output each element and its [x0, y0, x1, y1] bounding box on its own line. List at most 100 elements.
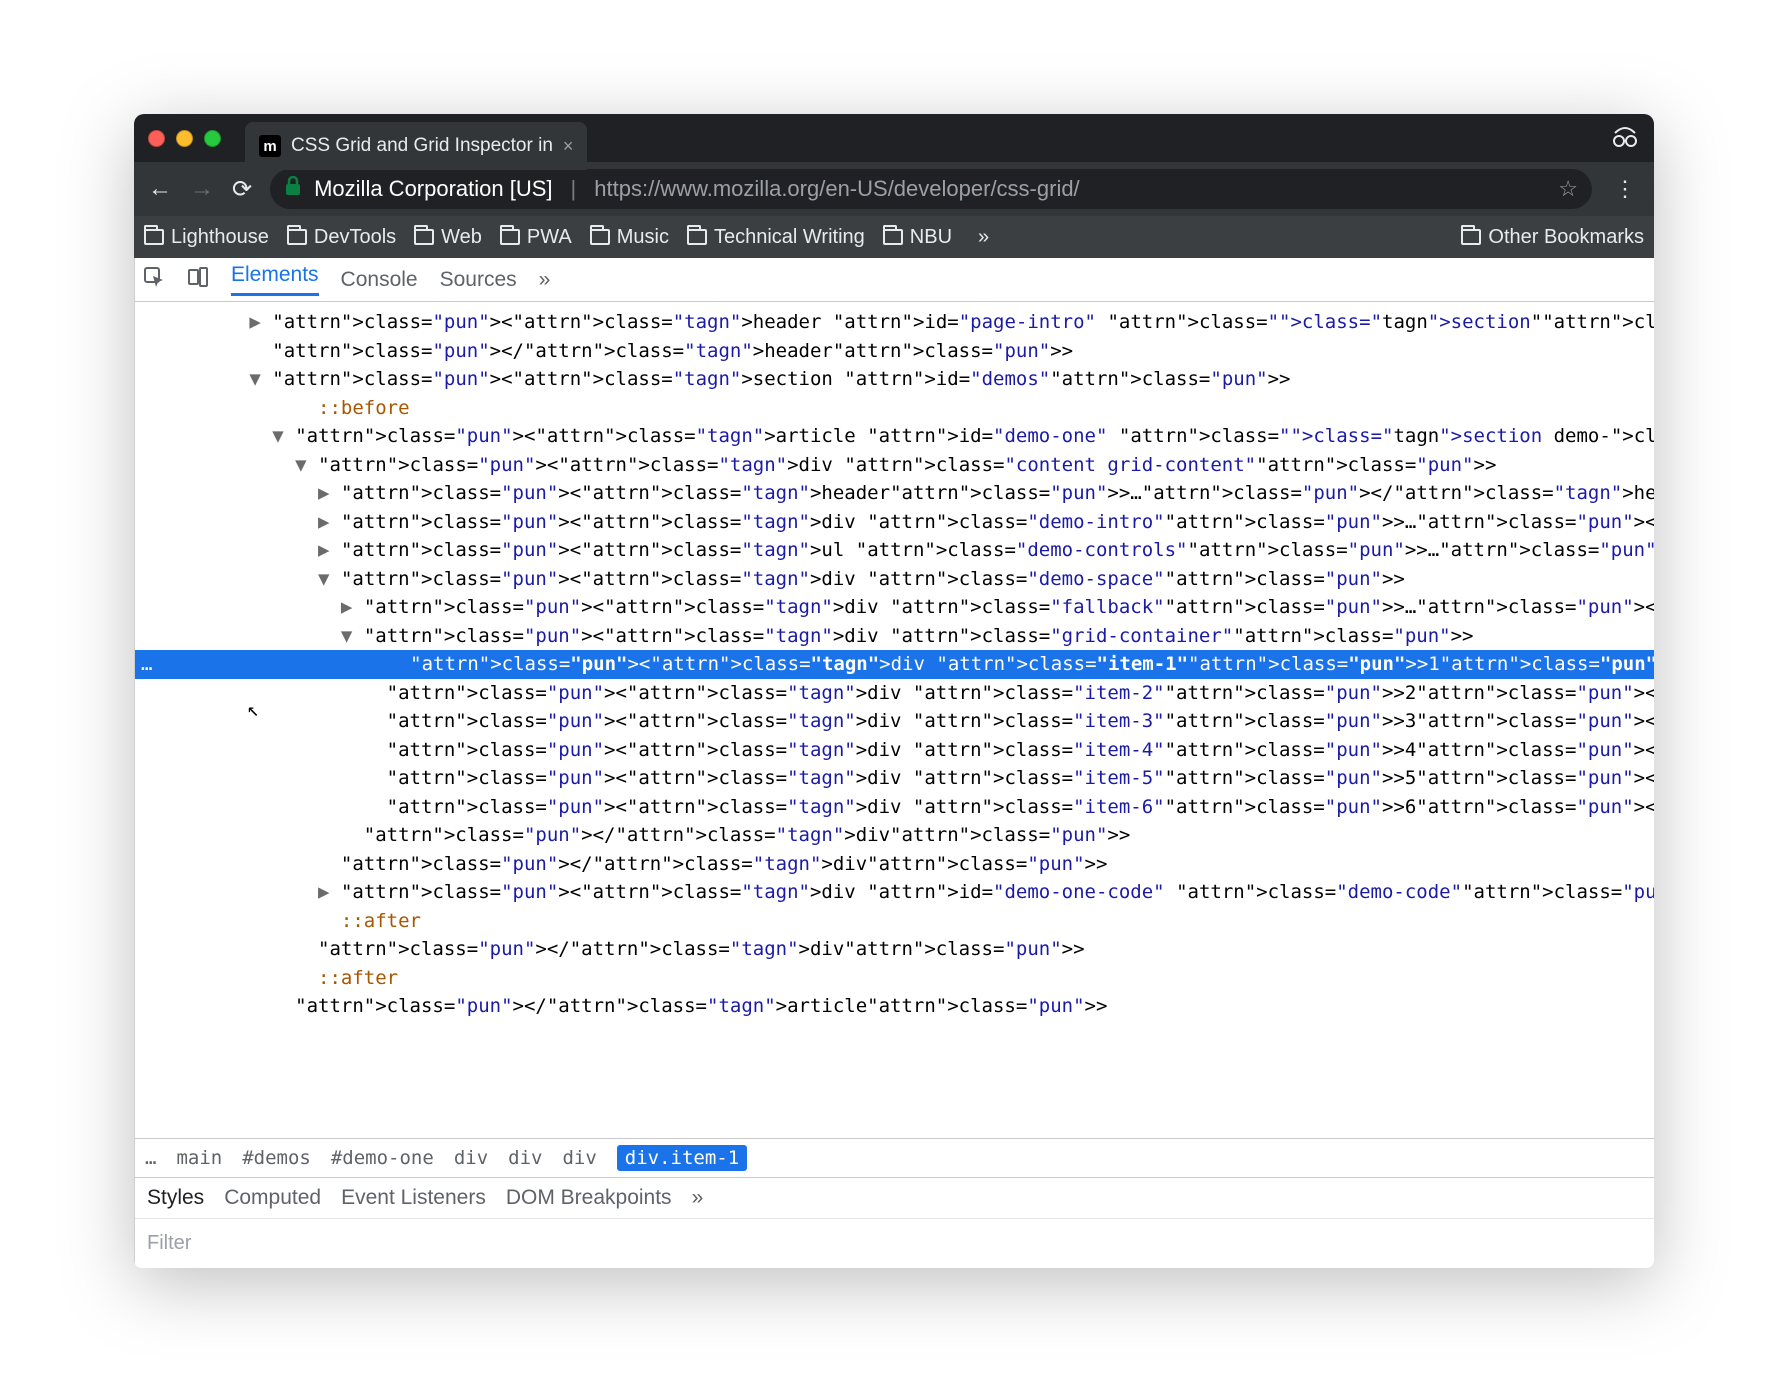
dom-node[interactable]: ▶ "attrn">class="pun"><"attrn">class="ta…: [135, 308, 1654, 337]
minimize-window-icon[interactable]: [176, 130, 193, 147]
dom-node[interactable]: ▶ "attrn">class="pun"><"attrn">class="ta…: [135, 479, 1654, 508]
breadcrumb-item[interactable]: …: [145, 1147, 156, 1169]
bookmark-item[interactable]: PWA: [500, 226, 572, 249]
address-bar[interactable]: Mozilla Corporation [US] | https://www.m…: [270, 169, 1592, 209]
bookmark-label: Lighthouse: [171, 226, 269, 249]
tab-elements[interactable]: Elements: [231, 263, 319, 296]
styles-tab-computed[interactable]: Computed: [224, 1186, 321, 1210]
tab-close-icon[interactable]: ×: [563, 136, 574, 157]
breadcrumb-item[interactable]: #demo-one: [331, 1147, 434, 1169]
folder-icon: [500, 229, 520, 245]
bookmark-label: Web: [441, 226, 482, 249]
dom-node[interactable]: ::before: [135, 394, 1654, 423]
dom-node[interactable]: ▼ "attrn">class="pun"><"attrn">class="ta…: [135, 422, 1654, 451]
reload-button[interactable]: ⟳: [232, 175, 252, 204]
styles-tabs-overflow-icon[interactable]: »: [692, 1186, 704, 1210]
folder-icon: [883, 229, 903, 245]
bookmark-label: PWA: [527, 226, 572, 249]
dom-node[interactable]: ::after: [135, 964, 1654, 993]
browser-menu-button[interactable]: ⋮: [1610, 176, 1640, 202]
styles-tabs: Styles Computed Event Listeners DOM Brea…: [135, 1177, 1654, 1218]
dom-node[interactable]: "attrn">class="pun"><"attrn">class="tagn…: [135, 793, 1654, 822]
tab-title: CSS Grid and Grid Inspector in: [291, 135, 553, 157]
folder-icon: [687, 229, 707, 245]
styles-filter-input[interactable]: Filter: [147, 1232, 1654, 1255]
dom-node[interactable]: ▶ "attrn">class="pun"><"attrn">class="ta…: [135, 593, 1654, 622]
dom-node[interactable]: ▼ "attrn">class="pun"><"attrn">class="ta…: [135, 365, 1654, 394]
bookmark-item[interactable]: Web: [414, 226, 482, 249]
dom-node[interactable]: ▶ "attrn">class="pun"><"attrn">class="ta…: [135, 536, 1654, 565]
dom-tree[interactable]: ↖ ▶ "attrn">class="pun"><"attrn">class="…: [135, 302, 1654, 1138]
maximize-window-icon[interactable]: [204, 130, 221, 147]
dom-node[interactable]: "attrn">class="pun"><"attrn">class="tagn…: [135, 764, 1654, 793]
incognito-icon: [1610, 123, 1640, 154]
tab-favicon-icon: m: [259, 135, 281, 157]
styles-tab-styles[interactable]: Styles: [147, 1186, 204, 1210]
dom-node[interactable]: "attrn">class="pun"></"attrn">class="tag…: [135, 850, 1654, 879]
dom-node[interactable]: ▼ "attrn">class="pun"><"attrn">class="ta…: [135, 622, 1654, 651]
dom-node[interactable]: "attrn">class="pun"><"attrn">class="tagn…: [135, 736, 1654, 765]
bookmark-item[interactable]: NBU: [883, 226, 952, 249]
folder-icon: [590, 229, 610, 245]
secure-host-label: Mozilla Corporation [US]: [314, 176, 552, 202]
breadcrumb-bar: …main#demos#demo-onedivdivdivdiv.item-1: [135, 1138, 1654, 1177]
styles-tab-dombreak[interactable]: DOM Breakpoints: [506, 1186, 672, 1210]
dom-node[interactable]: ▶ "attrn">class="pun"><"attrn">class="ta…: [135, 878, 1654, 907]
content-area: Fixed orFlexible div.item-1 |60×63 1 2 3…: [134, 258, 1654, 1268]
browser-tab[interactable]: m CSS Grid and Grid Inspector in ×: [245, 122, 587, 170]
breadcrumb-item[interactable]: div: [508, 1147, 542, 1169]
titlebar: m CSS Grid and Grid Inspector in ×: [134, 114, 1654, 162]
breadcrumb-item[interactable]: #demos: [242, 1147, 311, 1169]
folder-icon: [287, 229, 307, 245]
dom-node[interactable]: "attrn">class="pun"><"attrn">class="tagn…: [135, 679, 1654, 708]
dom-node[interactable]: ::after: [135, 907, 1654, 936]
dom-node[interactable]: "attrn">class="pun"></"attrn">class="tag…: [135, 935, 1654, 964]
bookmark-star-icon[interactable]: ☆: [1558, 176, 1578, 202]
bookmark-label: NBU: [910, 226, 952, 249]
bookmarks-overflow-icon[interactable]: »: [970, 226, 997, 249]
close-window-icon[interactable]: [148, 130, 165, 147]
other-bookmarks[interactable]: Other Bookmarks: [1461, 226, 1644, 249]
mouse-cursor-icon: ↖: [247, 694, 259, 724]
folder-icon: [144, 229, 164, 245]
breadcrumb-item[interactable]: div: [562, 1147, 596, 1169]
tab-sources[interactable]: Sources: [440, 268, 517, 292]
dom-node[interactable]: "attrn">class="pun"><"attrn">class="tagn…: [135, 707, 1654, 736]
bookmark-item[interactable]: Technical Writing: [687, 226, 865, 249]
back-button[interactable]: ←: [148, 175, 172, 203]
inspect-element-icon[interactable]: [143, 266, 165, 294]
dom-node[interactable]: ▼ "attrn">class="pun"><"attrn">class="ta…: [135, 451, 1654, 480]
bookmarks-bar: Lighthouse DevTools Web PWA Music Technical W…: [134, 216, 1654, 258]
folder-icon: [1461, 229, 1481, 245]
bookmark-label: Music: [617, 226, 669, 249]
bookmark-label: Technical Writing: [714, 226, 865, 249]
tabs-overflow-icon[interactable]: »: [539, 268, 551, 292]
devtools-tabs: Elements Console Sources » ⋮ ✕: [135, 258, 1654, 302]
browser-window: m CSS Grid and Grid Inspector in × ← → ⟳…: [134, 114, 1654, 1268]
bookmark-item[interactable]: Music: [590, 226, 669, 249]
omnibox-separator: |: [565, 176, 583, 202]
window-controls: [148, 130, 221, 147]
dom-node[interactable]: ▼ "attrn">class="pun"><"attrn">class="ta…: [135, 565, 1654, 594]
device-toolbar-icon[interactable]: [187, 266, 209, 294]
forward-button[interactable]: →: [190, 175, 214, 203]
bookmark-item[interactable]: Lighthouse: [144, 226, 269, 249]
lock-icon: [284, 176, 302, 202]
dom-node[interactable]: "attrn">class="pun"></"attrn">class="tag…: [135, 821, 1654, 850]
styles-filter-bar: Filter :hov .cls ＋: [135, 1218, 1654, 1268]
breadcrumb-item[interactable]: div: [454, 1147, 488, 1169]
folder-icon: [414, 229, 434, 245]
toolbar: ← → ⟳ Mozilla Corporation [US] | https:/…: [134, 162, 1654, 216]
url-label: https://www.mozilla.org/en-US/developer/…: [594, 176, 1079, 202]
tab-console[interactable]: Console: [341, 268, 418, 292]
devtools-panel: Elements Console Sources » ⋮ ✕ ↖ ▶ "attr…: [134, 258, 1654, 1268]
breadcrumb-item[interactable]: div.item-1: [617, 1145, 747, 1171]
dom-node[interactable]: "attrn">class="pun"></"attrn">class="tag…: [135, 992, 1654, 1021]
dom-node-selected[interactable]: … "attrn">class="pun"><"attrn">class="ta…: [135, 650, 1654, 679]
dom-node[interactable]: "attrn">class="pun"></"attrn">class="tag…: [135, 337, 1654, 366]
bookmark-item[interactable]: DevTools: [287, 226, 396, 249]
dom-node[interactable]: ▶ "attrn">class="pun"><"attrn">class="ta…: [135, 508, 1654, 537]
breadcrumb-item[interactable]: main: [176, 1147, 222, 1169]
styles-tab-listeners[interactable]: Event Listeners: [341, 1186, 486, 1210]
bookmark-label: DevTools: [314, 226, 396, 249]
